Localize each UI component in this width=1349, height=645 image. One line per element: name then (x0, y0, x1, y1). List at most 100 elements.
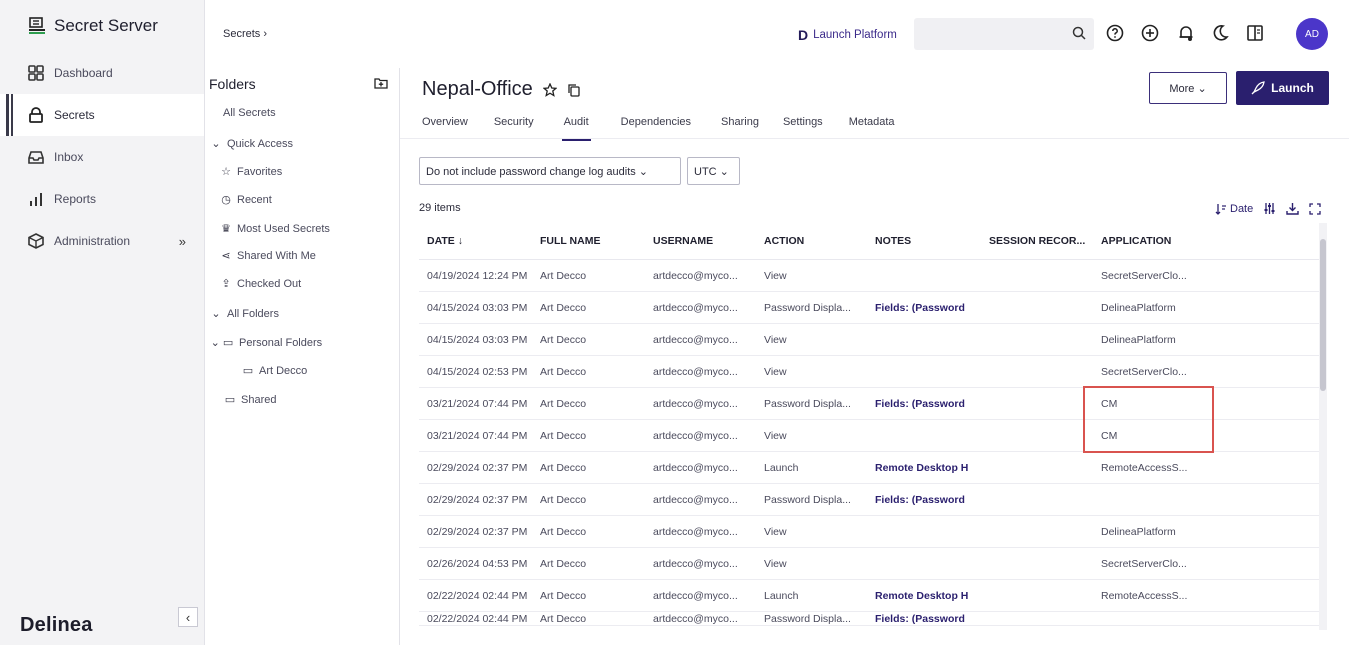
table-row[interactable]: 02/29/2024 02:37 PM Art Decco artdecco@myc… (419, 484, 1319, 516)
username-cell: artdecco@myco... (653, 461, 738, 474)
download-icon[interactable] (1286, 202, 1299, 215)
username-cell: artdecco@myco... (653, 525, 738, 538)
column-header[interactable]: FULL NAME (532, 235, 645, 247)
tab-dependencies[interactable]: Dependencies (621, 116, 691, 136)
table-row[interactable]: 02/29/2024 02:37 PM Art Decco artdecco@myc… (419, 516, 1319, 548)
table-row[interactable]: 02/29/2024 02:37 PM Art Decco artdecco@myc… (419, 452, 1319, 484)
breadcrumb[interactable]: Secrets › (223, 28, 267, 40)
nav-label: Dashboard (54, 66, 113, 80)
sort-icon[interactable] (1215, 203, 1227, 215)
action-cell: View (764, 557, 787, 570)
bar-chart-icon (30, 193, 42, 206)
notes-cell[interactable]: Fields: (Password (867, 613, 981, 625)
app-brand[interactable]: Secret Server (0, 0, 204, 52)
left-nav: Secret Server Dashboard Secrets Inbox Re… (0, 0, 205, 645)
table-row[interactable]: 02/26/2024 04:53 PM Art Decco artdecco@myc… (419, 548, 1319, 580)
folder-recent[interactable]: ◷ Recent (219, 193, 272, 207)
timezone-select[interactable]: UTC ⌄ (687, 157, 740, 185)
scrollbar-thumb[interactable] (1320, 239, 1326, 391)
action-cell: View (764, 525, 787, 538)
expand-icon[interactable] (1309, 202, 1321, 215)
audit-filter-select[interactable]: Do not include password change log audit… (419, 157, 681, 185)
notes-cell[interactable]: Fields: (Password (867, 302, 981, 314)
add-folder-icon[interactable] (374, 76, 388, 90)
application-cell: DelineaPlatform (1101, 525, 1176, 538)
launch-platform-label: Launch Platform (813, 29, 897, 41)
collapse-nav-button[interactable]: ‹ (178, 607, 198, 627)
user-avatar[interactable]: AD (1296, 18, 1328, 50)
column-header[interactable]: NOTES (867, 235, 981, 247)
bell-icon[interactable] (1177, 24, 1195, 42)
column-header[interactable]: SESSION RECOR... (981, 235, 1093, 247)
column-header[interactable]: USERNAME (645, 235, 756, 247)
copy-icon[interactable] (567, 83, 581, 97)
full-name-cell: Art Decco (540, 557, 587, 570)
column-header[interactable]: ACTION (756, 235, 867, 247)
folder-shared[interactable]: ▭ Shared (223, 393, 277, 407)
nav-item-secrets[interactable]: Secrets (0, 94, 204, 136)
add-circle-icon[interactable] (1141, 24, 1159, 42)
full-name-cell: Art Decco (540, 397, 587, 410)
username-cell: artdecco@myco... (653, 589, 738, 602)
date-cell: 02/29/2024 02:37 PM (427, 461, 528, 474)
secret-title-row: Nepal-Office (422, 78, 581, 101)
folder-personal-folders[interactable]: ⌄ ▭ Personal Folders (209, 336, 323, 350)
tab-metadata[interactable]: Metadata (849, 116, 895, 136)
cube-icon (28, 233, 44, 249)
date-cell: 02/26/2024 04:53 PM (427, 557, 528, 570)
folder-most-used[interactable]: ♛ Most Used Secrets (219, 222, 330, 236)
full-name-cell: Art Decco (540, 333, 587, 346)
nav-item-administration[interactable]: Administration » (0, 220, 204, 262)
tab-overview[interactable]: Overview (422, 116, 468, 136)
panel-layout-icon[interactable] (1246, 24, 1264, 42)
help-icon[interactable] (1106, 24, 1124, 42)
notes-cell[interactable]: Remote Desktop H (867, 590, 981, 602)
launch-platform-link[interactable]: D Launch Platform (798, 27, 897, 43)
moon-icon[interactable] (1211, 24, 1229, 42)
folder-favorites[interactable]: ☆ Favorites (219, 165, 283, 179)
table-row[interactable]: 04/19/2024 12:24 PM Art Decco artdecco@myc… (419, 260, 1319, 292)
launch-button[interactable]: Launch (1236, 71, 1329, 105)
table-row[interactable]: 04/15/2024 03:03 PM Art Decco artdecco@myc… (419, 324, 1319, 356)
table-row[interactable]: 04/15/2024 03:03 PM Art Decco artdecco@myc… (419, 292, 1319, 324)
table-row[interactable]: 02/22/2024 02:44 PM Art Decco artdecco@myc… (419, 580, 1319, 612)
nav-item-dashboard[interactable]: Dashboard (0, 52, 204, 94)
expand-icon[interactable]: » (179, 234, 186, 249)
nav-item-inbox[interactable]: Inbox (0, 136, 204, 178)
column-header[interactable]: APPLICATION (1093, 235, 1213, 247)
nav-label: Administration (54, 234, 131, 248)
tab-audit[interactable]: Audit (561, 116, 591, 141)
filter-sliders-icon[interactable] (1263, 202, 1276, 215)
sort-label[interactable]: Date (1230, 203, 1253, 215)
tab-sharing[interactable]: Sharing (721, 116, 759, 136)
notes-cell[interactable]: Fields: (Password (867, 494, 981, 506)
folder-label: All Secrets (223, 107, 276, 119)
folder-quick-access[interactable]: ⌄ Quick Access (209, 137, 293, 151)
column-header[interactable]: DATE ↓ (419, 235, 532, 247)
notes-cell[interactable]: Remote Desktop H (867, 462, 981, 474)
tab-settings[interactable]: Settings (783, 116, 823, 136)
page-title: Nepal-Office (422, 78, 533, 100)
folder-checked-out[interactable]: ⇪ Checked Out (219, 277, 301, 291)
notes-cell[interactable]: Fields: (Password (867, 398, 981, 410)
action-cell: Password Displa... (764, 301, 851, 314)
star-icon[interactable] (542, 82, 557, 97)
nav-item-reports[interactable]: Reports (0, 178, 204, 220)
date-cell: 04/15/2024 03:03 PM (427, 333, 528, 346)
tab-security[interactable]: Security (494, 116, 534, 136)
folder-art-decco[interactable]: ▭ Art Decco (241, 364, 308, 378)
table-row[interactable]: 02/22/2024 02:44 PM Art Decco artdecco@myc… (419, 612, 1319, 626)
folder-icon: ▭ (242, 365, 254, 377)
search-input[interactable] (914, 18, 1094, 50)
folder-label: Favorites (237, 165, 283, 178)
folder-all-folders[interactable]: ⌄ All Folders (209, 307, 279, 321)
table-scrollbar[interactable] (1319, 223, 1327, 630)
folder-shared-with-me[interactable]: ⋖ Shared With Me (219, 249, 315, 263)
more-button[interactable]: More ⌄ (1149, 72, 1227, 104)
table-row[interactable]: 04/15/2024 02:53 PM Art Decco artdecco@myc… (419, 356, 1319, 388)
folder-all-secrets[interactable]: All Secrets (223, 107, 276, 119)
date-cell: 04/19/2024 12:24 PM (427, 269, 528, 282)
delinea-logo: Delinea (20, 614, 93, 636)
search-icon[interactable] (1072, 26, 1086, 40)
folder-label: Recent (237, 193, 272, 206)
